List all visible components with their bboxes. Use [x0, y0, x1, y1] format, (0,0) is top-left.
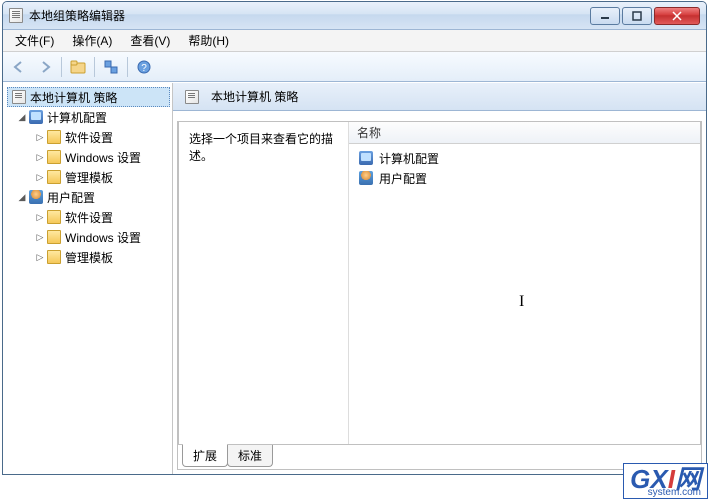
content-frame: 选择一个项目来查看它的描述。 名称 计算机配置	[177, 121, 702, 470]
list-item-user-config[interactable]: 用户配置	[355, 168, 694, 188]
folder-icon	[47, 210, 61, 224]
toolbar-separator	[127, 57, 128, 77]
expand-icon[interactable]: ▷	[33, 212, 47, 223]
computer-icon	[29, 110, 43, 124]
list-item-computer-config[interactable]: 计算机配置	[355, 148, 694, 168]
tree-label: 管理模板	[65, 169, 113, 186]
tree-pane[interactable]: 本地计算机 策略 ◢ 计算机配置 ▷ 软件设置 ▷ Windows 设置	[3, 83, 173, 474]
toolbar: ?	[3, 52, 706, 82]
description-prompt: 选择一个项目来查看它的描述。	[189, 132, 333, 163]
toolbar-refresh-button[interactable]	[99, 55, 123, 79]
tree-software-settings[interactable]: ▷ 软件设置	[7, 127, 170, 147]
list-header-name[interactable]: 名称	[349, 122, 700, 144]
tab-standard[interactable]: 标准	[227, 445, 273, 467]
content-body: 选择一个项目来查看它的描述。 名称 计算机配置	[178, 121, 701, 445]
tree-label: 软件设置	[65, 209, 113, 226]
tree-label: 管理模板	[65, 249, 113, 266]
tree-label: Windows 设置	[65, 149, 141, 166]
user-icon	[359, 171, 373, 185]
computer-icon	[359, 151, 373, 165]
content-pane: 本地计算机 策略 选择一个项目来查看它的描述。 名称	[173, 83, 706, 474]
folder-icon	[47, 150, 61, 164]
tree-computer-config[interactable]: ◢ 计算机配置	[7, 107, 170, 127]
body-area: 本地计算机 策略 ◢ 计算机配置 ▷ 软件设置 ▷ Windows 设置	[3, 82, 706, 474]
text-cursor-icon: I	[519, 293, 524, 311]
content-header: 本地计算机 策略	[173, 83, 706, 111]
policy-icon	[185, 90, 199, 104]
expand-icon[interactable]: ▷	[33, 232, 47, 243]
minimize-button[interactable]	[590, 7, 620, 25]
folder-icon	[47, 230, 61, 244]
list-column: 名称 计算机配置 用户配置	[349, 122, 700, 444]
tree-label: 软件设置	[65, 129, 113, 146]
expand-icon[interactable]: ▷	[33, 132, 47, 143]
tree-root-label: 本地计算机 策略	[30, 89, 117, 106]
folder-icon	[47, 250, 61, 264]
nav-forward-button[interactable]	[33, 55, 57, 79]
collapse-icon[interactable]: ◢	[15, 112, 29, 123]
tree-admin-templates[interactable]: ▷ 管理模板	[7, 247, 170, 267]
app-window: 本地组策略编辑器 文件(F) 操作(A) 查看(V) 帮助(H) ? 本地计算机…	[2, 1, 707, 475]
toolbar-separator	[94, 57, 95, 77]
column-header-label: 名称	[357, 124, 381, 141]
list-item-label: 用户配置	[379, 170, 427, 187]
expand-icon[interactable]: ▷	[33, 252, 47, 263]
toolbar-folder-button[interactable]	[66, 55, 90, 79]
window-title: 本地组策略编辑器	[29, 7, 125, 24]
user-icon	[29, 190, 43, 204]
tree-label: 计算机配置	[47, 109, 107, 126]
maximize-button[interactable]	[622, 7, 652, 25]
menu-help[interactable]: 帮助(H)	[180, 30, 237, 51]
tree-windows-settings[interactable]: ▷ Windows 设置	[7, 147, 170, 167]
window-controls	[590, 7, 700, 25]
nav-back-button[interactable]	[7, 55, 31, 79]
menu-view[interactable]: 查看(V)	[122, 30, 178, 51]
tree-root-node[interactable]: 本地计算机 策略	[7, 87, 170, 107]
menu-action[interactable]: 操作(A)	[64, 30, 120, 51]
toolbar-help-button[interactable]: ?	[132, 55, 156, 79]
watermark: GXI网 system.com	[623, 463, 708, 499]
content-header-title: 本地计算机 策略	[211, 88, 298, 105]
tab-extended[interactable]: 扩展	[182, 444, 228, 467]
tree-user-config[interactable]: ◢ 用户配置	[7, 187, 170, 207]
menubar: 文件(F) 操作(A) 查看(V) 帮助(H)	[3, 30, 706, 52]
toolbar-separator	[61, 57, 62, 77]
svg-text:?: ?	[141, 63, 147, 74]
menu-file[interactable]: 文件(F)	[7, 30, 62, 51]
expand-icon[interactable]: ▷	[33, 152, 47, 163]
app-icon	[9, 8, 23, 23]
tree-label: 用户配置	[47, 189, 95, 206]
tree-label: Windows 设置	[65, 229, 141, 246]
tree-software-settings[interactable]: ▷ 软件设置	[7, 207, 170, 227]
policy-icon	[12, 90, 26, 104]
titlebar: 本地组策略编辑器	[3, 2, 706, 30]
expand-icon[interactable]: ▷	[33, 172, 47, 183]
list-item-label: 计算机配置	[379, 150, 439, 167]
description-column: 选择一个项目来查看它的描述。	[179, 122, 349, 444]
tree-windows-settings[interactable]: ▷ Windows 设置	[7, 227, 170, 247]
folder-icon	[47, 130, 61, 144]
close-button[interactable]	[654, 7, 700, 25]
collapse-icon[interactable]: ◢	[15, 192, 29, 203]
tree-admin-templates[interactable]: ▷ 管理模板	[7, 167, 170, 187]
folder-icon	[47, 170, 61, 184]
